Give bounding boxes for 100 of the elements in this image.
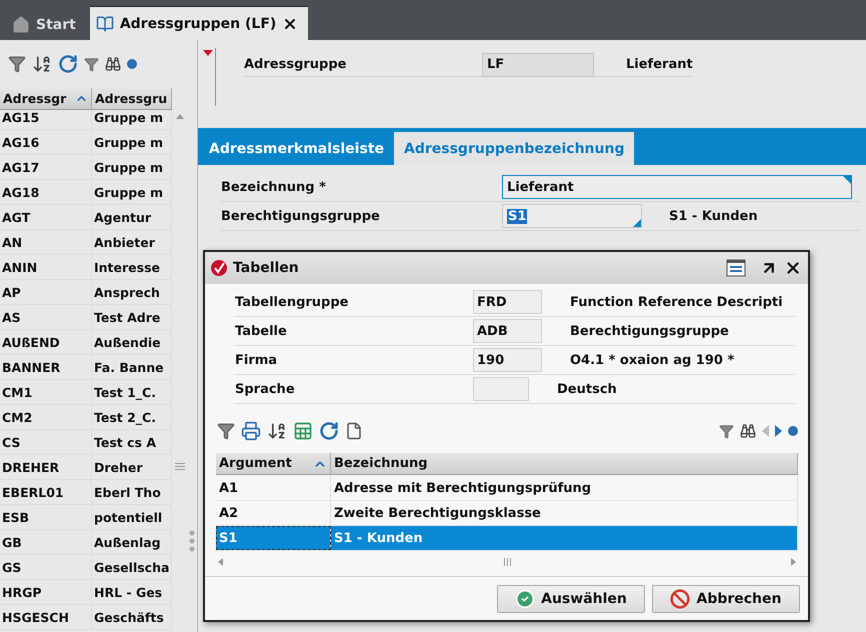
dot-icon: [127, 59, 137, 69]
refresh-icon[interactable]: [58, 54, 78, 74]
section-tab[interactable]: Adressgruppenbezeichnung: [394, 132, 634, 165]
table-cell: AN: [0, 230, 92, 254]
table-cell: S1: [216, 526, 331, 550]
sort-icon[interactable]: [267, 421, 287, 441]
dot-icon: [788, 426, 798, 436]
collapse-marker-icon[interactable]: [202, 50, 212, 56]
table-cell: Adresse mit Berechtigungsprüfung: [331, 476, 798, 500]
check-icon: [515, 588, 536, 608]
filter-icon[interactable]: [217, 422, 235, 440]
table-row[interactable]: A1 Adresse mit Berechtigungsprüfung: [216, 476, 798, 501]
document-icon[interactable]: [345, 422, 363, 440]
field-description: Deutsch: [557, 382, 617, 396]
table-row[interactable]: S1 S1 - Kunden: [216, 526, 798, 551]
field-description: Function Reference Descripti: [570, 294, 783, 310]
table-cell: Ansprech: [92, 280, 172, 304]
filter-icon[interactable]: [719, 424, 734, 438]
scroll-left-icon[interactable]: [218, 558, 223, 566]
text-field[interactable]: ADB: [473, 319, 542, 343]
filter-icon[interactable]: [84, 56, 99, 72]
cancel-icon: [670, 588, 690, 608]
splitter-grip-icon[interactable]: [189, 530, 195, 552]
dialog-title: Tabellen: [233, 260, 299, 276]
table-cell: Gesellscha: [92, 555, 172, 579]
table-cell: Gruppe m: [92, 130, 172, 154]
field-description: S1 - Kunden: [669, 208, 758, 224]
table-cell: Anbieter: [92, 230, 172, 254]
table-cell: AS: [0, 305, 92, 329]
text-field[interactable]: Lieferant: [502, 175, 852, 199]
table-cell: Test 1_C.: [92, 380, 172, 404]
refresh-icon[interactable]: [319, 421, 339, 441]
field-description: O4.1 * oxaion ag 190 *: [570, 352, 734, 368]
table-cell: Eberl Tho: [92, 480, 172, 504]
table-cell: S1 - Kunden: [331, 526, 798, 550]
text-field[interactable]: FRD: [473, 290, 542, 314]
table-cell: Außendie: [92, 330, 172, 354]
table-cell: A1: [216, 476, 331, 500]
table-cell: HRL - Ges: [92, 580, 172, 604]
cancel-button[interactable]: Abbrechen: [652, 584, 800, 612]
table-cell: A2: [216, 501, 331, 525]
scroll-right-icon[interactable]: [791, 558, 796, 566]
table-cell: CS: [0, 430, 92, 454]
document-tab[interactable]: Adressgruppen (LF): [90, 6, 308, 40]
search-icon[interactable]: [740, 423, 756, 439]
table-cell: AG17: [0, 155, 92, 179]
field-description: Berechtigungsgruppe: [570, 324, 729, 338]
table-cell: Agentur: [92, 205, 172, 229]
text-field[interactable]: 190: [473, 348, 542, 372]
field-label: Adressgruppe: [244, 57, 348, 72]
column-header[interactable]: Adressgru: [92, 88, 172, 110]
spreadsheet-export-icon[interactable]: [293, 421, 313, 441]
home-icon: [12, 16, 30, 34]
table-cell: ESB: [0, 505, 92, 529]
table-cell: Gruppe m: [92, 110, 172, 129]
text-field[interactable]: [473, 377, 529, 401]
column-header[interactable]: Argument: [216, 453, 331, 475]
table-cell: AG16: [0, 130, 92, 154]
table-cell: BANNER: [0, 355, 92, 379]
table-cell: potentiell: [92, 505, 172, 529]
group-code-field: LF: [482, 52, 594, 76]
section-tab[interactable]: Adressmerkmalsleiste: [199, 132, 394, 165]
field-label: Firma: [235, 352, 278, 368]
field-label: Sprache: [235, 382, 296, 396]
sort-icon[interactable]: [32, 54, 52, 74]
table-cell: AP: [0, 280, 92, 304]
table-cell: Zweite Berechtigungsklasse: [331, 501, 798, 525]
field-label: Bezeichnung *: [221, 180, 327, 194]
table-cell: Dreher: [92, 455, 172, 479]
lookup-field[interactable]: S1: [502, 204, 642, 228]
column-header[interactable]: Adressgr: [0, 88, 92, 110]
table-cell: AGT: [0, 205, 92, 229]
table-cell: GS: [0, 555, 92, 579]
table-cell: Test 2_C.: [92, 405, 172, 429]
select-button[interactable]: Auswählen: [497, 584, 645, 612]
column-header[interactable]: Bezeichnung: [331, 453, 798, 475]
table-cell: GB: [0, 530, 92, 554]
filter-icon[interactable]: [8, 55, 26, 73]
table-cell: Test cs A: [92, 430, 172, 454]
table-cell: Gruppe m: [92, 155, 172, 179]
table-cell: Außenlag: [92, 530, 172, 554]
table-cell: AG18: [0, 180, 92, 204]
table-cell: Gruppe m: [92, 180, 172, 204]
book-icon: [96, 14, 114, 32]
search-icon[interactable]: [105, 56, 121, 72]
layout-icon[interactable]: [726, 259, 746, 277]
field-label: Tabellengruppe: [235, 294, 350, 310]
column-handle-icon[interactable]: [174, 463, 184, 470]
field-label: Berechtigungsgruppe: [221, 208, 381, 224]
next-icon[interactable]: [775, 425, 782, 437]
table-cell: CM2: [0, 405, 92, 429]
table-cell: CM1: [0, 380, 92, 404]
print-icon[interactable]: [241, 421, 261, 441]
scroll-thumb-icon[interactable]: [504, 558, 510, 566]
table-cell: ANIN: [0, 255, 92, 279]
table-cell: EBERL01: [0, 480, 92, 504]
table-cell: HSGESCH: [0, 605, 92, 629]
field-label: Tabelle: [235, 324, 288, 338]
app-logo-icon: [211, 260, 227, 276]
table-cell: Test Adre: [92, 305, 172, 329]
